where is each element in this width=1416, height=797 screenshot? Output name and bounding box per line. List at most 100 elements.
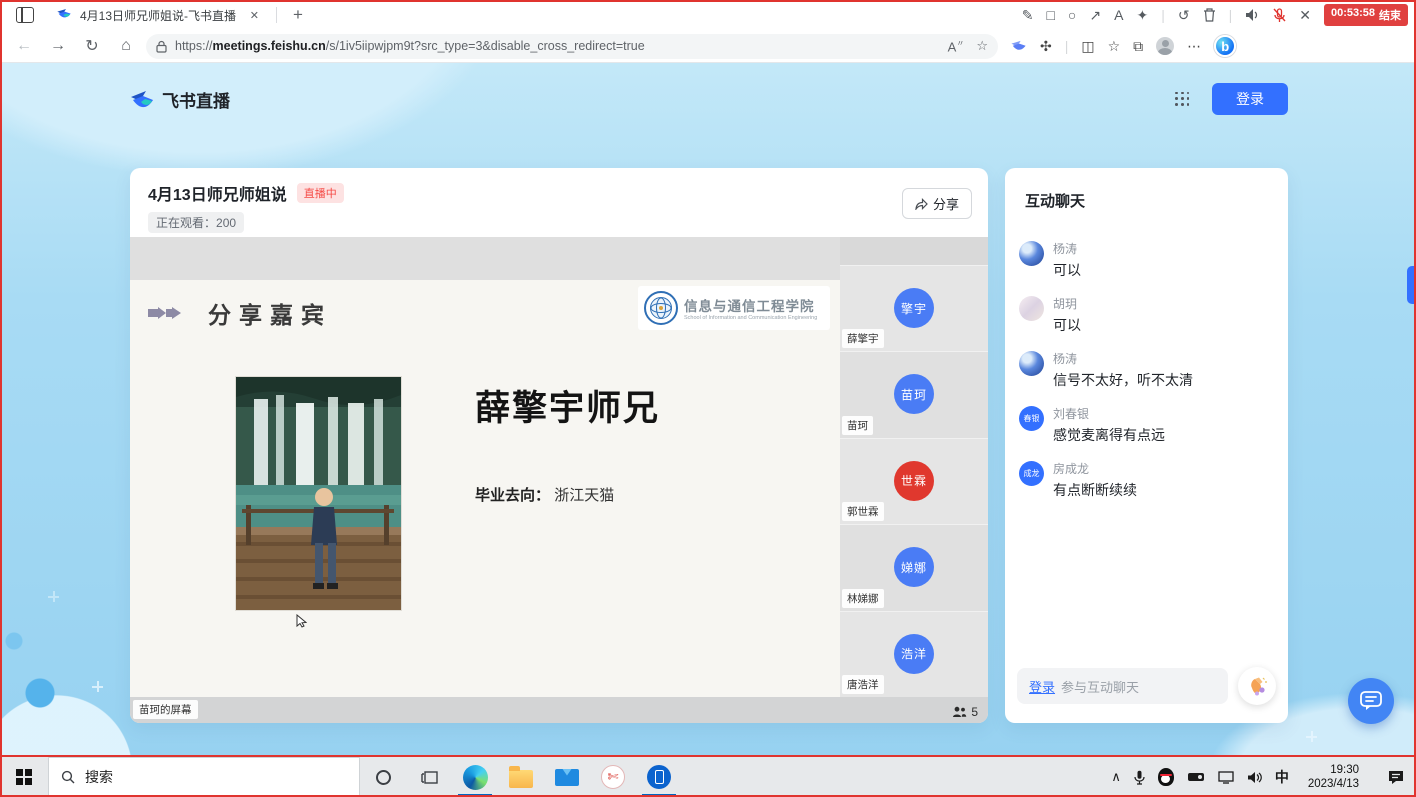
start-button[interactable] (0, 757, 48, 797)
tray-display-icon[interactable] (1218, 771, 1234, 784)
message-text: 信号不太好，听不太清 (1053, 370, 1276, 390)
sparkle-decoration (48, 591, 59, 602)
stream-card: 4月13日师兄师姐说 直播中 正在观看：200 分享 分享嘉宾 (130, 168, 988, 723)
chat-input[interactable]: 登录 参与互动聊天 (1017, 668, 1228, 704)
collections-icon[interactable]: ⧉ (1133, 38, 1143, 55)
participant-tile[interactable]: 浩洋 唐浩洋 (840, 611, 988, 697)
favorites-icon[interactable]: ☆ (1108, 38, 1121, 55)
notification-center-button[interactable] (1378, 770, 1412, 785)
taskbar-recorder-button[interactable]: ✄ (590, 757, 636, 797)
folder-icon (509, 770, 533, 788)
taskbar-mail-button[interactable] (544, 757, 590, 797)
date: 2023/4/13 (1308, 777, 1359, 791)
toolbar-divider: | (1161, 7, 1165, 23)
tray-qq-icon[interactable] (1158, 768, 1174, 786)
participant-tile[interactable]: 苗珂 苗珂 (840, 351, 988, 437)
taskbar-clock[interactable]: 19:30 2023/4/13 (1302, 763, 1365, 791)
video-area[interactable]: 分享嘉宾 信息与通信工程学院 School of Information (130, 237, 988, 723)
clap-reaction-button[interactable] (1238, 667, 1276, 705)
chat-message: 胡玥 可以 (1019, 295, 1276, 335)
participant-count[interactable]: 5 (952, 705, 978, 719)
apps-grid-icon[interactable] (1175, 92, 1190, 107)
tab-divider (276, 7, 277, 23)
forward-icon[interactable]: → (44, 37, 72, 55)
brand[interactable]: 飞书直播 (130, 87, 230, 112)
brand-name: 飞书直播 (162, 87, 230, 112)
tray-microphone-icon[interactable] (1134, 770, 1145, 785)
participant-tile[interactable]: 世霖 郭世霖 (840, 438, 988, 524)
add-favorite-icon[interactable]: ☆ (976, 38, 988, 54)
feishu-logo-icon (130, 89, 154, 110)
message-user: 刘春银 (1053, 405, 1276, 422)
side-panel-handle[interactable] (1407, 266, 1416, 304)
chat-message: 杨涛 可以 (1019, 240, 1276, 280)
refresh-icon[interactable]: ↻ (78, 36, 106, 56)
tray-expand-icon[interactable]: ∧ (1111, 769, 1121, 785)
cortana-button[interactable] (360, 757, 406, 797)
arrow-tool-icon[interactable]: ↗ (1089, 7, 1101, 24)
participant-avatar: 世霖 (894, 461, 934, 501)
lock-icon (156, 40, 167, 53)
participant-tile[interactable]: 擎宇 薛擎宇 (840, 265, 988, 351)
rectangle-tool-icon[interactable]: □ (1046, 7, 1054, 23)
participant-tile-partial (840, 237, 988, 265)
feishu-extension-icon[interactable] (1010, 39, 1027, 54)
participant-strip: 擎宇 薛擎宇 苗珂 苗珂 世霖 郭世霖 娣娜 林娣娜 (840, 237, 988, 697)
address-bar[interactable]: https://meetings.feishu.cn/s/1iv5iipwjpm… (146, 34, 998, 59)
phone-icon (647, 765, 671, 789)
people-icon (952, 706, 967, 718)
wand-tool-icon[interactable]: ✦ (1136, 7, 1148, 24)
bing-chat-icon[interactable]: b (1214, 35, 1236, 57)
home-icon[interactable]: ⌂ (112, 37, 140, 55)
close-recorder-icon[interactable]: ✕ (1299, 7, 1311, 24)
stream-header: 4月13日师兄师姐说 直播中 正在观看：200 分享 (130, 168, 988, 237)
recording-timer-badge[interactable]: 00:53:58 结束 (1324, 4, 1408, 26)
text-tool-icon[interactable]: A (1114, 7, 1123, 23)
taskbar-phone-button[interactable] (636, 757, 682, 797)
browser-tab[interactable]: 4月13日师兄师姐说-飞书直播 ✕ (48, 1, 270, 29)
tray-volume-icon[interactable] (1247, 771, 1262, 784)
tab-close-icon[interactable]: ✕ (247, 9, 262, 22)
address-bar-actions: A〃 ☆ (948, 38, 988, 54)
chat-login-link[interactable]: 登录 (1029, 677, 1055, 696)
feedback-chat-button[interactable] (1348, 678, 1394, 724)
extensions-puzzle-icon[interactable]: ✣ (1040, 38, 1052, 55)
taskbar-explorer-button[interactable] (498, 757, 544, 797)
participant-name: 苗珂 (842, 416, 873, 435)
taskbar-search[interactable]: 搜索 (48, 757, 360, 797)
trash-icon[interactable] (1203, 8, 1216, 22)
share-button[interactable]: 分享 (902, 188, 972, 219)
pen-tool-icon[interactable]: ✎ (1022, 7, 1034, 24)
microphone-muted-icon[interactable] (1273, 8, 1286, 23)
org-name-en: School of Information and Communication … (684, 315, 817, 321)
message-user: 杨涛 (1053, 350, 1276, 367)
shared-slide: 分享嘉宾 信息与通信工程学院 School of Information (130, 280, 840, 697)
participant-name: 郭世霖 (842, 502, 884, 521)
chat-message: 杨涛 信号不太好，听不太清 (1019, 350, 1276, 390)
ime-indicator[interactable]: 中 (1275, 767, 1289, 787)
taskbar-edge-button[interactable] (452, 757, 498, 797)
split-screen-icon[interactable]: ◫ (1081, 38, 1094, 55)
mail-icon (555, 769, 579, 786)
tab-title: 4月13日师兄师姐说-飞书直播 (80, 7, 239, 24)
more-menu-icon[interactable]: ⋯ (1187, 38, 1201, 55)
tray-device-icon[interactable] (1187, 771, 1205, 783)
new-tab-button[interactable]: + (283, 5, 313, 25)
message-text: 有点断断续续 (1053, 480, 1276, 500)
participant-tile[interactable]: 娣娜 林娣娜 (840, 524, 988, 610)
taskbar: 搜索 ✄ ∧ 中 (0, 757, 1416, 797)
login-button[interactable]: 登录 (1212, 83, 1288, 115)
workspaces-icon[interactable] (16, 7, 34, 23)
org-emblem-icon (644, 291, 678, 325)
task-view-button[interactable] (406, 757, 452, 797)
read-aloud-icon[interactable]: A〃 (948, 38, 965, 54)
profile-avatar[interactable] (1156, 37, 1174, 55)
participant-name: 薛擎宇 (842, 329, 884, 348)
participant-name: 林娣娜 (842, 589, 884, 608)
ellipse-tool-icon[interactable]: ○ (1068, 7, 1076, 23)
undo-icon[interactable]: ↺ (1178, 7, 1190, 24)
speaker-icon[interactable] (1245, 8, 1260, 22)
back-icon[interactable]: ← (10, 37, 38, 55)
message-text: 感觉麦离得有点远 (1053, 425, 1276, 445)
org-logo-box: 信息与通信工程学院 School of Information and Comm… (638, 286, 830, 330)
